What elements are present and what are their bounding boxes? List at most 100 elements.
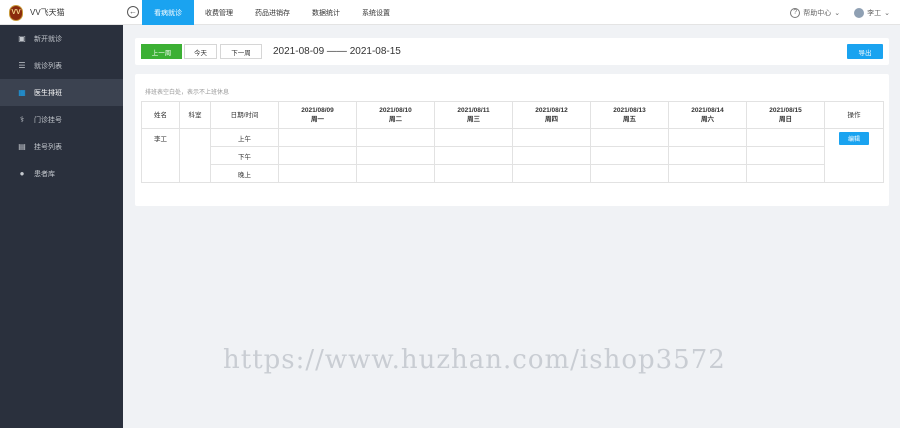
date-range: 2021-08-09 —— 2021-08-15 [273, 46, 401, 57]
header-name: 姓名 [141, 101, 180, 129]
day-weekday: 周一 [311, 116, 324, 123]
table-row: 晚上 [142, 164, 884, 183]
schedule-cell[interactable] [746, 164, 825, 183]
sidebar-item-visit-list[interactable]: ☰ 就诊列表 [0, 52, 123, 79]
schedule-cell[interactable] [668, 128, 747, 147]
schedule-cell[interactable] [278, 128, 357, 147]
schedule-cell[interactable] [668, 146, 747, 165]
prev-week-button[interactable]: 上一周 [141, 44, 182, 59]
schedule-cell[interactable] [668, 164, 747, 183]
topnav-item-consult[interactable]: 看病就诊 [142, 0, 194, 25]
schedule-cell[interactable] [512, 164, 591, 183]
header-period: 日期/时间 [210, 101, 279, 129]
user-icon: ● [19, 169, 25, 178]
table-row: 李工 上午 编辑 [141, 128, 884, 183]
topnav-item-settings[interactable]: 系统设置 [351, 0, 401, 25]
schedule-cell[interactable] [590, 128, 669, 147]
topnav-item-statistics[interactable]: 数据统计 [301, 0, 351, 25]
today-button[interactable]: 今天 [184, 44, 217, 59]
next-week-button[interactable]: 下一周 [220, 44, 262, 59]
header-day: 2021/08/11 周三 [434, 101, 513, 129]
sidebar-item-label: 医生排班 [34, 89, 62, 97]
header-day: 2021/08/15 周日 [746, 101, 825, 129]
stethoscope-icon: ⚕ [19, 115, 25, 124]
sidebar-item-label: 挂号列表 [34, 143, 62, 151]
schedule-cell[interactable] [356, 164, 435, 183]
schedule-cell[interactable] [746, 128, 825, 147]
schedule-cell[interactable] [746, 146, 825, 165]
schedule-cell[interactable] [356, 128, 435, 147]
doctor-dept [179, 128, 211, 183]
day-date: 2021/08/10 [379, 107, 412, 114]
schedule-cell[interactable] [434, 128, 513, 147]
schedule-cell[interactable] [512, 128, 591, 147]
period-label: 下午 [210, 146, 279, 165]
edit-button[interactable]: 编辑 [839, 132, 869, 145]
schedule-hint: 排班表空白处，表示不上班休息 [145, 90, 230, 96]
day-weekday: 周四 [545, 116, 558, 123]
op-cell: 编辑 [824, 128, 884, 183]
sidebar-item-doctor-schedule[interactable]: ▦ 医生排班 [0, 79, 123, 106]
user-name: 李工 [867, 9, 882, 17]
schedule-table: 姓名 科室 日期/时间 2021/08/09 周一 2021/08/10 周二 20… [141, 101, 884, 183]
schedule-cell[interactable] [278, 164, 357, 183]
day-weekday: 周三 [467, 116, 480, 123]
sidebar: ▣ 新开就诊 ☰ 就诊列表 ▦ 医生排班 ⚕ 门诊挂号 ▤ 挂号列表 ● 患者库 [0, 25, 123, 428]
schedule-cell[interactable] [356, 146, 435, 165]
day-date: 2021/08/09 [301, 107, 334, 114]
day-date: 2021/08/11 [457, 107, 490, 114]
schedule-cell[interactable] [590, 164, 669, 183]
sidebar-item-new-visit[interactable]: ▣ 新开就诊 [0, 25, 123, 52]
header-day: 2021/08/13 周五 [590, 101, 669, 129]
sidebar-item-label: 门诊挂号 [34, 116, 62, 124]
chevron-down-icon: ⌄ [834, 9, 841, 17]
top-bar: VV VV飞天猫 ← 看病就诊 收费管理 药品进销存 数据统计 系统设置 ? 帮… [0, 0, 900, 25]
header-op: 操作 [824, 101, 884, 129]
day-date: 2021/08/12 [535, 107, 568, 114]
week-toolbar: 上一周 今天 下一周 2021-08-09 —— 2021-08-15 导出 [135, 38, 889, 65]
day-date: 2021/08/13 [613, 107, 646, 114]
schedule-panel: 排班表空白处，表示不上班休息 姓名 科室 日期/时间 2021/08/09 周一 … [135, 74, 889, 206]
logo-text: VV飞天猫 [30, 8, 65, 17]
logo[interactable]: VV VV飞天猫 [0, 0, 123, 25]
period-label: 晚上 [210, 164, 279, 183]
schedule-cell[interactable] [512, 146, 591, 165]
header-day: 2021/08/10 周二 [356, 101, 435, 129]
topnav-item-pharmacy[interactable]: 药品进销存 [244, 0, 301, 25]
period-label: 上午 [210, 128, 279, 147]
chevron-down-icon: ⌄ [884, 9, 890, 17]
medkit-icon: ▣ [18, 34, 26, 43]
topnav-item-billing[interactable]: 收费管理 [194, 0, 244, 25]
schedule-cell[interactable] [278, 146, 357, 165]
help-center-label: 帮助中心 [803, 9, 832, 17]
schedule-cell[interactable] [434, 164, 513, 183]
collapse-arrow-icon[interactable]: ← [127, 6, 139, 18]
sidebar-item-registration[interactable]: ⚕ 门诊挂号 [0, 106, 123, 133]
schedule-cell[interactable] [590, 146, 669, 165]
help-icon: ? [790, 7, 801, 18]
schedule-cell[interactable] [434, 146, 513, 165]
top-nav: 看病就诊 收费管理 药品进销存 数据统计 系统设置 [142, 0, 401, 25]
sidebar-item-patients[interactable]: ● 患者库 [0, 160, 123, 187]
header-day: 2021/08/14 周六 [668, 101, 747, 129]
header-dept: 科室 [179, 101, 211, 129]
day-weekday: 周二 [389, 116, 402, 123]
list-icon: ☰ [18, 61, 26, 70]
export-button[interactable]: 导出 [847, 44, 883, 59]
day-date: 2021/08/14 [691, 107, 724, 114]
day-weekday: 周日 [779, 116, 792, 123]
header-day: 2021/08/12 周四 [512, 101, 591, 129]
day-weekday: 周六 [701, 116, 714, 123]
user-menu[interactable]: 李工 ⌄ [854, 7, 890, 18]
table-header-row: 姓名 科室 日期/时间 2021/08/09 周一 2021/08/10 周二 20… [141, 101, 884, 129]
day-weekday: 周五 [623, 116, 636, 123]
header-day: 2021/08/09 周一 [278, 101, 357, 129]
sidebar-item-label: 患者库 [34, 170, 55, 178]
watermark: https://www.huzhan.com/ishop3572 [223, 345, 726, 375]
help-center-menu[interactable]: ? 帮助中心 ⌄ [790, 7, 841, 18]
sidebar-item-registration-list[interactable]: ▤ 挂号列表 [0, 133, 123, 160]
id-card-icon: ▤ [18, 142, 26, 151]
sidebar-item-label: 新开就诊 [34, 35, 62, 43]
sidebar-item-label: 就诊列表 [34, 62, 62, 70]
table-row: 下午 [142, 146, 884, 165]
